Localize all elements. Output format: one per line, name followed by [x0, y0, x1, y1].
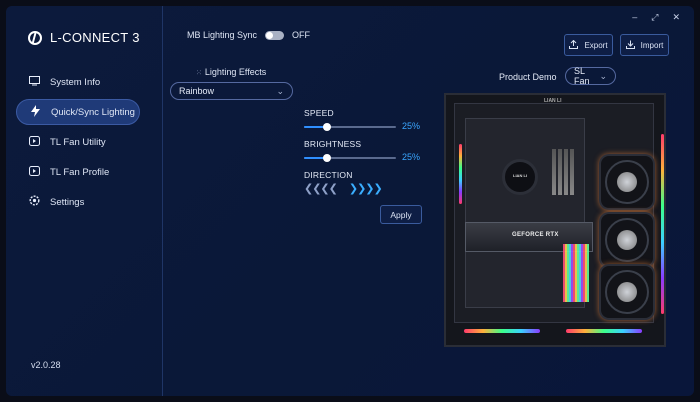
product-demo-select[interactable]: SL Fan ⌄: [565, 66, 616, 86]
lightning-icon: [29, 104, 41, 120]
lighting-effects-heading: ⁙ Lighting Effects: [196, 67, 266, 77]
product-demo-value: SL Fan: [574, 66, 590, 86]
chevron-down-icon: ⌄: [276, 85, 284, 96]
lighting-effect-select[interactable]: Rainbow ⌄: [170, 82, 293, 100]
sidebar-item-label: Quick/Sync Lighting: [51, 106, 135, 118]
sidebar-nav: System Info Quick/Sync Lighting TL Fan U…: [16, 69, 140, 219]
sl-fan: [601, 214, 653, 266]
sidebar-item-label: Settings: [50, 196, 85, 208]
brightness-slider[interactable]: [304, 154, 396, 162]
close-icon[interactable]: ✕: [672, 12, 680, 23]
sidebar-item-label: TL Fan Profile: [50, 166, 110, 178]
version-label: v2.0.28: [31, 360, 61, 370]
ram-stick: [570, 149, 574, 195]
sidebar-item-label: System Info: [50, 76, 101, 88]
mb-lighting-sync: MB Lighting Sync OFF: [187, 30, 310, 40]
ram-stick: [564, 149, 568, 195]
export-button[interactable]: Export: [564, 34, 613, 56]
sync-state: OFF: [292, 30, 311, 40]
import-icon: [625, 40, 635, 51]
product-demo-label: Product Demo: [499, 72, 557, 82]
direction-control: ❮❮❮❮ ❯❯❯❯: [304, 182, 383, 195]
speed-slider[interactable]: [304, 123, 396, 131]
lighting-effects-label: Lighting Effects: [204, 67, 267, 77]
export-icon: [569, 39, 579, 51]
speed-value: 25%: [402, 121, 421, 131]
ram-stick: [552, 149, 556, 195]
import-button[interactable]: Import: [620, 34, 669, 56]
apply-button[interactable]: Apply: [380, 205, 422, 224]
logo-icon: [28, 30, 42, 45]
rgb-power-cable: [563, 244, 589, 302]
maximize-icon[interactable]: ⤢: [651, 12, 658, 23]
led-strip-right: [661, 134, 664, 314]
minimize-icon[interactable]: –: [632, 12, 637, 23]
sl-fan: [601, 266, 653, 318]
pc-case-preview: LIAN LI LIAN LI GEFORCE RTX: [444, 93, 666, 347]
aio-pump: LIAN LI: [502, 159, 538, 195]
speed-label: SPEED: [304, 108, 334, 118]
app-logo: L-CONNECT 3: [28, 30, 140, 45]
sidebar-item-quick-sync-lighting[interactable]: Quick/Sync Lighting: [16, 99, 140, 125]
gear-icon: [28, 195, 40, 209]
sidebar-item-settings[interactable]: Settings: [16, 189, 140, 215]
led-strip-bottom-right: [566, 329, 642, 333]
gpu-label: GEFORCE RTX: [512, 232, 559, 238]
direction-left-arrows-icon[interactable]: ❮❮❮❮: [304, 182, 338, 195]
fan-hub: [617, 172, 637, 192]
sidebar-item-label: TL Fan Utility: [50, 136, 106, 148]
app-title: L-CONNECT 3: [50, 30, 140, 45]
brightness-label: BRIGHTNESS: [304, 139, 362, 149]
fan-utility-icon: [28, 135, 40, 149]
led-strip-bottom-left: [464, 329, 540, 333]
fan-hub: [617, 230, 637, 250]
sidebar-item-system-info[interactable]: System Info: [16, 69, 140, 95]
ram-stick: [558, 149, 562, 195]
fan-profile-icon: [28, 165, 40, 179]
export-label: Export: [584, 40, 608, 50]
brightness-slider-knob[interactable]: [323, 154, 331, 162]
led-strip-left: [459, 144, 462, 204]
chevron-down-icon: ⌄: [599, 70, 607, 81]
sidebar-item-tl-fan-profile[interactable]: TL Fan Profile: [16, 159, 140, 185]
app-window: – ⤢ ✕ L-CONNECT 3 System Info Quick/Sync…: [6, 6, 694, 396]
fan-hub: [617, 282, 637, 302]
lighting-effect-value: Rainbow: [179, 86, 215, 96]
sl-fan: [601, 156, 653, 208]
import-label: Import: [640, 40, 664, 50]
brightness-value: 25%: [402, 152, 421, 162]
sync-label: MB Lighting Sync: [187, 30, 258, 40]
sidebar: L-CONNECT 3 System Info Quick/Sync Light…: [6, 6, 163, 396]
case-interior: LIAN LI GEFORCE RTX: [454, 103, 664, 323]
direction-label: DIRECTION: [304, 170, 353, 180]
monitor-icon: [28, 75, 40, 89]
speed-slider-knob[interactable]: [323, 123, 331, 131]
sidebar-item-tl-fan-utility[interactable]: TL Fan Utility: [16, 129, 140, 155]
direction-right-arrows-icon[interactable]: ❯❯❯❯: [349, 182, 383, 195]
dots-icon: ⁙: [196, 70, 202, 77]
window-controls: – ⤢ ✕: [632, 12, 680, 23]
toggle-knob: [266, 31, 274, 39]
sync-toggle[interactable]: [265, 30, 285, 40]
pump-logo: LIAN LI: [513, 173, 527, 178]
